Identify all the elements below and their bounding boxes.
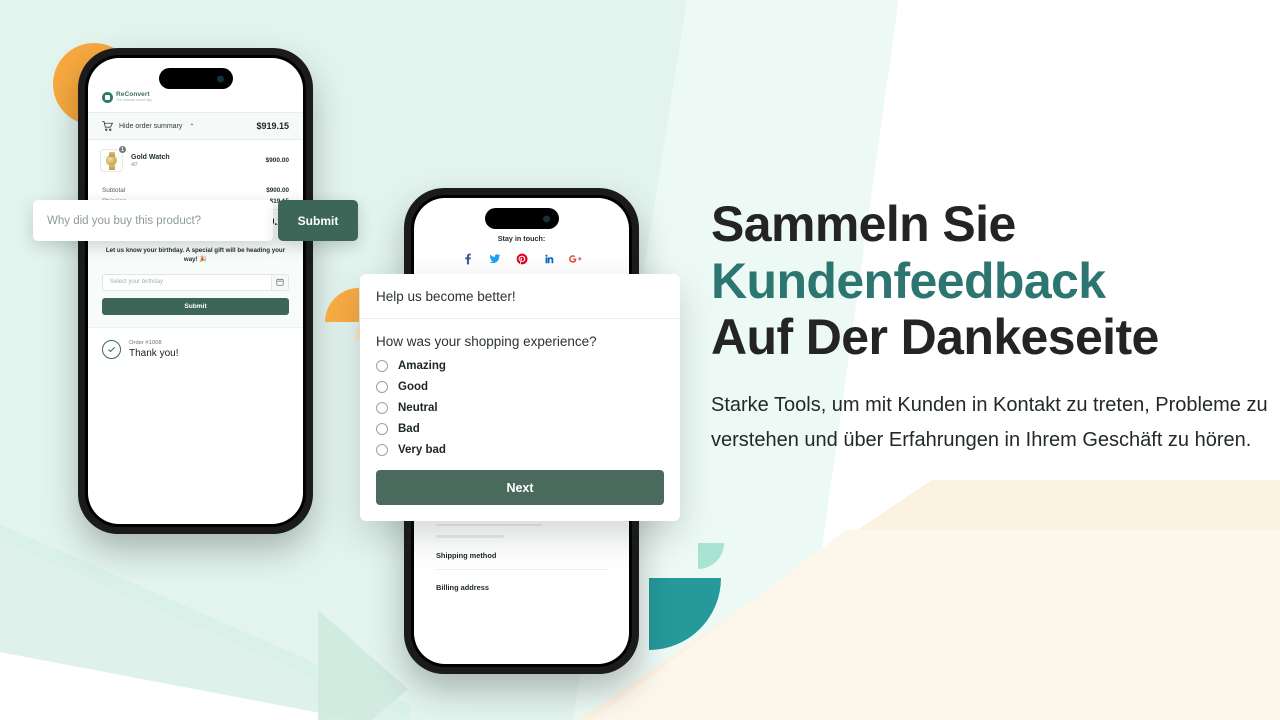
billing-address-label: Billing address <box>436 583 489 593</box>
check-circle-icon <box>102 339 121 359</box>
phone-screen-left: ReConvert The ultimate upsell app Hide o… <box>88 58 303 524</box>
radio-icon[interactable] <box>376 402 388 414</box>
survey-question: How was your shopping experience? <box>376 334 597 349</box>
survey-option-label: Neutral <box>398 402 438 414</box>
thank-you-block: Order #1008 Thank you! <box>88 326 303 371</box>
linkedin-icon[interactable] <box>542 252 555 265</box>
survey-option-label: Bad <box>398 423 420 435</box>
quantity-badge: 1 <box>118 145 127 154</box>
front-camera-icon <box>216 75 224 82</box>
googleplus-icon[interactable] <box>569 252 582 265</box>
phone-bezel: ReConvert The ultimate upsell app Hide o… <box>85 55 306 527</box>
hero-subtitle: Starke Tools, um mit Kunden in Kontakt z… <box>711 393 1268 452</box>
order-summary-toggle[interactable]: Hide order summary ⌃ $919.15 <box>88 112 303 140</box>
order-line-item: 1 Gold Watch 40' $900.00 <box>88 140 303 181</box>
cart-icon <box>102 121 113 131</box>
calendar-icon[interactable] <box>271 274 288 290</box>
twitter-icon[interactable] <box>488 252 501 265</box>
hero-text-block: Sammeln Sie Kundenfeedback Auf Der Danke… <box>711 196 1271 459</box>
birthday-placeholder: Select your birthday <box>110 279 164 286</box>
radio-icon[interactable] <box>376 423 388 435</box>
watch-band-top <box>108 151 115 157</box>
survey-option-good[interactable]: Good <box>376 381 664 393</box>
birthday-widget: Let us know your birthday. A special gif… <box>88 236 303 327</box>
subtotal-row: Subtotal $900.00 <box>102 187 289 194</box>
birthday-prompt: Let us know your birthday. A special gif… <box>105 247 286 264</box>
shipping-method-label: Shipping method <box>436 550 497 560</box>
survey-option-amazing[interactable]: Amazing <box>376 360 664 372</box>
brand-tagline: The ultimate upsell app <box>116 98 153 103</box>
product-price: $900.00 <box>265 157 290 164</box>
pinterest-icon[interactable] <box>515 252 528 265</box>
product-thumbnail: 1 <box>100 145 127 172</box>
social-links <box>414 252 629 265</box>
front-camera-icon <box>542 215 550 222</box>
survey-option-neutral[interactable]: Neutral <box>376 402 664 414</box>
radio-icon[interactable] <box>376 444 388 456</box>
gold-watch-icon <box>106 151 117 170</box>
thank-you-title: Thank you! <box>129 347 179 359</box>
radio-icon[interactable] <box>376 381 388 393</box>
survey-card-header: Help us become better! <box>360 274 680 319</box>
headline-line-3: Auf Der Dankeseite <box>711 309 1159 365</box>
survey-option-very-bad[interactable]: Very bad <box>376 444 664 456</box>
dynamic-island <box>484 208 559 229</box>
birthday-submit-button[interactable]: Submit <box>102 297 289 315</box>
phone-mockup-left: ReConvert The ultimate upsell app Hide o… <box>78 48 313 534</box>
product-title: Gold Watch <box>131 153 170 161</box>
product-variant: 40' <box>131 161 138 168</box>
page-title: Sammeln Sie Kundenfeedback Auf Der Danke… <box>711 196 1271 366</box>
feedback-input-bar: Why did you buy this product? Submit <box>33 200 358 241</box>
facebook-icon[interactable] <box>461 252 474 265</box>
promo-banner: ReConvert The ultimate upsell app Hide o… <box>0 0 1280 720</box>
order-summary-label: Hide order summary <box>119 122 183 130</box>
feedback-submit-button[interactable]: Submit <box>278 200 358 241</box>
survey-option-label: Amazing <box>398 360 446 372</box>
headline-line-1: Sammeln Sie <box>711 196 1016 252</box>
survey-option-label: Good <box>398 381 429 393</box>
headline-line-2: Kundenfeedback <box>711 252 1106 309</box>
reconvert-logo-icon <box>102 92 113 103</box>
dynamic-island <box>158 68 233 89</box>
chevron-up-icon: ⌃ <box>189 123 195 130</box>
subtotal-value: $900.00 <box>266 187 289 194</box>
section-divider <box>436 568 607 571</box>
survey-option-bad[interactable]: Bad <box>376 423 664 435</box>
skeleton-line <box>436 535 505 538</box>
survey-next-button[interactable]: Next <box>376 470 664 505</box>
radio-icon[interactable] <box>376 360 388 372</box>
subtotal-label: Subtotal <box>102 187 126 194</box>
birthday-input[interactable]: Select your birthday <box>102 273 289 291</box>
feedback-input[interactable]: Why did you buy this product? <box>33 200 273 241</box>
order-number: Order #1008 <box>129 339 162 346</box>
order-summary-total: $919.15 <box>256 121 289 131</box>
watch-band-bottom <box>108 164 115 170</box>
skeleton-line <box>436 524 543 527</box>
survey-card: Help us become better! How was your shop… <box>360 274 680 521</box>
survey-option-label: Very bad <box>398 444 446 456</box>
